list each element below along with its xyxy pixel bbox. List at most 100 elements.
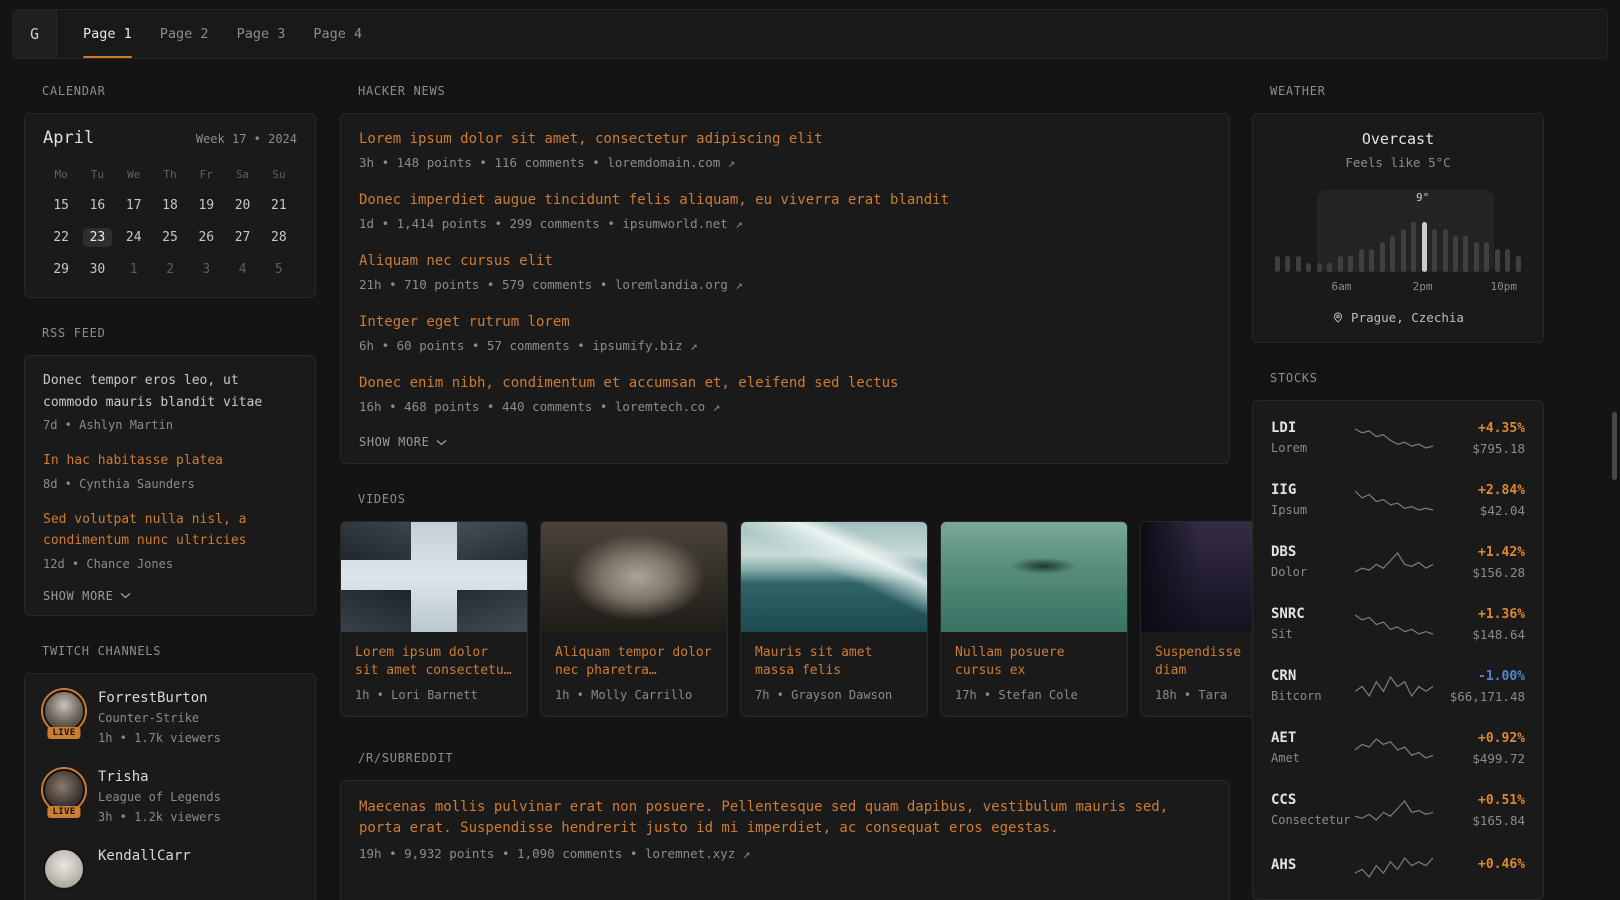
- hn-item-meta: 21h • 710 points • 579 comments • loreml…: [359, 277, 1211, 292]
- calendar-month: April: [43, 128, 94, 148]
- stock-change: +1.36%: [1439, 607, 1525, 623]
- stock-row[interactable]: LDILorem +4.35%$795.18: [1271, 407, 1525, 469]
- temp-bar: [1484, 242, 1489, 272]
- stock-sparkline: [1355, 487, 1433, 513]
- rss-item-title[interactable]: In hac habitasse platea: [43, 450, 297, 472]
- tab-page-1[interactable]: Page 1: [83, 10, 132, 58]
- section-title-calendar: CALENDAR: [42, 84, 316, 98]
- video-title[interactable]: Nullam posuerecursus ex: [955, 644, 1113, 679]
- calendar-day: 30: [79, 257, 115, 281]
- twitch-channel[interactable]: LIVE ForrestBurton Counter-Strike 1h • 1…: [43, 690, 297, 746]
- rss-card: Donec tempor eros leo, ut commodo mauris…: [24, 355, 316, 616]
- rss-item-title[interactable]: Sed volutpat nulla nisl, a condimentum n…: [43, 509, 297, 552]
- stock-sparkline: [1355, 735, 1433, 761]
- rss-show-more-button[interactable]: SHOW MORE: [43, 589, 131, 603]
- stock-sparkline: [1355, 797, 1433, 823]
- external-link-icon: ↗: [690, 338, 698, 353]
- hn-item-domain-link[interactable]: loremtech.co ↗: [615, 399, 720, 414]
- stock-row[interactable]: AHS +0.46%: [1271, 841, 1525, 893]
- page-tabs: Page 1 Page 2 Page 3 Page 4: [83, 10, 362, 58]
- calendar-day: 21: [261, 193, 297, 217]
- stock-row[interactable]: IIGIpsum +2.84%$42.04: [1271, 469, 1525, 531]
- hn-item-title[interactable]: Donec enim nibh, condimentum et accumsan…: [359, 374, 1211, 392]
- calendar-day: 25: [152, 225, 188, 249]
- live-badge: LIVE: [47, 806, 80, 818]
- channel-name[interactable]: Trisha: [98, 769, 221, 786]
- calendar-day: 20: [224, 193, 260, 217]
- stock-row[interactable]: SNRCSit +1.36%$148.64: [1271, 593, 1525, 655]
- rss-item-title[interactable]: Donec tempor eros leo, ut commodo mauris…: [43, 370, 297, 413]
- avatar: [43, 769, 85, 811]
- calendar-week-year: Week 17 • 2024: [196, 132, 297, 146]
- middle-column: HACKER NEWS Lorem ipsum dolor sit amet, …: [340, 84, 1230, 900]
- hn-item-domain-link[interactable]: loremlandia.org ↗: [615, 277, 743, 292]
- temp-bar: [1380, 242, 1385, 272]
- weather-condition: Overcast: [1269, 130, 1527, 148]
- hn-item: Lorem ipsum dolor sit amet, consectetur …: [359, 130, 1211, 170]
- hn-item-title[interactable]: Integer eget rutrum lorem: [359, 313, 1211, 331]
- calendar-day: 28: [261, 225, 297, 249]
- stock-row[interactable]: CRNBitcorn -1.00%$66,171.48: [1271, 655, 1525, 717]
- video-thumbnail[interactable]: [741, 522, 927, 632]
- video-card[interactable]: Mauris sit ametmassa felis 7h • Grayson …: [740, 521, 928, 717]
- stock-name: Consectetur: [1271, 813, 1355, 828]
- tab-page-2[interactable]: Page 2: [160, 10, 209, 58]
- hn-item-domain-link[interactable]: loremdomain.com ↗: [607, 155, 735, 170]
- hn-item-domain-link[interactable]: ipsumify.biz ↗: [592, 338, 697, 353]
- tab-page-4[interactable]: Page 4: [313, 10, 362, 58]
- stock-sparkline: [1355, 425, 1433, 451]
- channel-viewers: 1h • 1.7k viewers: [98, 731, 221, 746]
- video-title[interactable]: Mauris sit ametmassa felis: [755, 644, 913, 679]
- rss-widget: RSS FEED Donec tempor eros leo, ut commo…: [24, 326, 316, 616]
- video-card[interactable]: Aliquam tempor dolornec pharetra… 1h • M…: [540, 521, 728, 717]
- hn-item: Integer eget rutrum lorem 6h • 60 points…: [359, 313, 1211, 353]
- video-title[interactable]: Lorem ipsum dolorsit amet consectetu…: [355, 644, 513, 679]
- temp-bar: [1306, 263, 1311, 272]
- stock-price: $165.84: [1439, 813, 1525, 828]
- stock-row[interactable]: DBSDolor +1.42%$156.28: [1271, 531, 1525, 593]
- rss-item: Donec tempor eros leo, ut commodo mauris…: [43, 370, 297, 432]
- external-link-icon: ↗: [735, 277, 743, 292]
- hn-item-title[interactable]: Aliquam nec cursus elit: [359, 252, 1211, 270]
- avatar-wrapper: LIVE: [43, 769, 85, 811]
- temp-bar: [1505, 249, 1510, 272]
- calendar-day: 5: [261, 257, 297, 281]
- calendar-day: 16: [79, 193, 115, 217]
- video-thumbnail[interactable]: [941, 522, 1127, 632]
- twitch-channel[interactable]: KendallCarr: [43, 848, 297, 890]
- video-card[interactable]: Lorem ipsum dolorsit amet consectetu… 1h…: [340, 521, 528, 717]
- hn-item-title[interactable]: Lorem ipsum dolor sit amet, consectetur …: [359, 130, 1211, 148]
- video-thumbnail[interactable]: [541, 522, 727, 632]
- stock-change: -1.00%: [1439, 669, 1525, 685]
- stock-row[interactable]: AETAmet +0.92%$499.72: [1271, 717, 1525, 779]
- twitch-channel[interactable]: LIVE Trisha League of Legends 3h • 1.2k …: [43, 769, 297, 825]
- left-column: CALENDAR April Week 17 • 2024 MoTuWeThFr…: [24, 84, 316, 900]
- channel-name[interactable]: ForrestBurton: [98, 690, 221, 707]
- calendar-day: 15: [43, 193, 79, 217]
- post-domain-link[interactable]: loremnet.xyz ↗: [645, 846, 750, 861]
- rss-item: Sed volutpat nulla nisl, a condimentum n…: [43, 509, 297, 571]
- hn-item-title[interactable]: Donec imperdiet augue tincidunt felis al…: [359, 191, 1211, 209]
- stock-name: Amet: [1271, 751, 1355, 766]
- stock-row[interactable]: CCSConsectetur +0.51%$165.84: [1271, 779, 1525, 841]
- video-meta: 7h • Grayson Dawson: [755, 688, 913, 702]
- chevron-down-icon: [120, 592, 131, 599]
- stocks-card: LDILorem +4.35%$795.18 IIGIpsum +2.84%$4…: [1252, 400, 1544, 900]
- video-title[interactable]: Aliquam tempor dolornec pharetra…: [555, 644, 713, 679]
- hackernews-widget: HACKER NEWS Lorem ipsum dolor sit amet, …: [340, 84, 1230, 464]
- video-thumbnail[interactable]: [341, 522, 527, 632]
- weather-temp-label: 9°: [1416, 191, 1429, 204]
- hn-show-more-button[interactable]: SHOW MORE: [359, 435, 447, 449]
- external-link-icon: ↗: [743, 846, 751, 861]
- temp-bar: [1275, 256, 1280, 272]
- calendar-day: 17: [116, 193, 152, 217]
- stock-change: +0.51%: [1439, 793, 1525, 809]
- post-title[interactable]: Maecenas mollis pulvinar erat non posuer…: [359, 797, 1211, 838]
- tab-page-3[interactable]: Page 3: [237, 10, 286, 58]
- scrollbar-thumb[interactable]: [1612, 412, 1617, 480]
- temp-bar: [1317, 263, 1322, 272]
- hn-item-domain-link[interactable]: ipsumworld.net ↗: [622, 216, 742, 231]
- temp-bar: [1422, 222, 1427, 272]
- video-card[interactable]: Nullam posuerecursus ex 17h • Stefan Col…: [940, 521, 1128, 717]
- channel-name[interactable]: KendallCarr: [98, 848, 191, 865]
